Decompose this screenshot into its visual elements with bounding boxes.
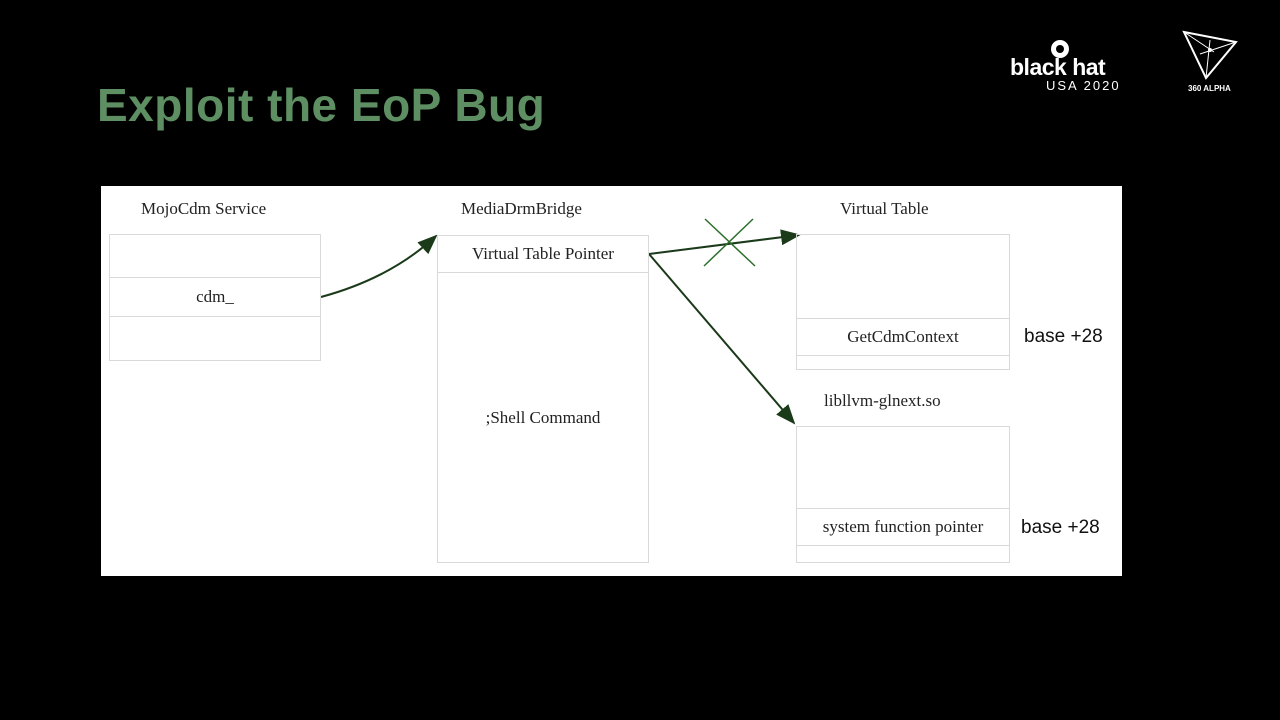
mojo-cdm-field: cdm_ <box>109 277 321 317</box>
lib-offset-label: base +28 <box>1021 517 1100 538</box>
exploit-diagram: MojoCdm Service cdm_ MediaDrmBridge Virt… <box>101 186 1122 576</box>
cdm-to-bridge-arrow <box>320 234 438 298</box>
sponsor-label: 360 ALPHA <box>1188 84 1231 93</box>
alpha-triangle-icon <box>1182 30 1238 80</box>
blackhat-logo: black hat USA 2020 <box>1010 38 1150 98</box>
blackhat-event: USA 2020 <box>1046 78 1121 93</box>
system-function-pointer-cell: system function pointer <box>796 508 1010 546</box>
vtable-title: Virtual Table <box>840 199 929 218</box>
slide-title: Exploit the EoP Bug <box>97 79 546 131</box>
shell-command-cell: ;Shell Command <box>437 273 649 563</box>
vtable-offset-label: base +28 <box>1024 326 1103 347</box>
blackhat-wordmark: black hat <box>1010 54 1106 80</box>
lib-title: libllvm-glnext.so <box>824 391 941 410</box>
mojo-service-title: MojoCdm Service <box>141 199 267 218</box>
360-alpha-logo: 360 ALPHA <box>1180 28 1240 98</box>
hijacked-pointer-arrow <box>648 253 796 425</box>
get-cdm-context-cell: GetCdmContext <box>796 318 1010 356</box>
vtable-pointer-cell: Virtual Table Pointer <box>437 235 649 273</box>
bridge-title: MediaDrmBridge <box>461 199 582 218</box>
